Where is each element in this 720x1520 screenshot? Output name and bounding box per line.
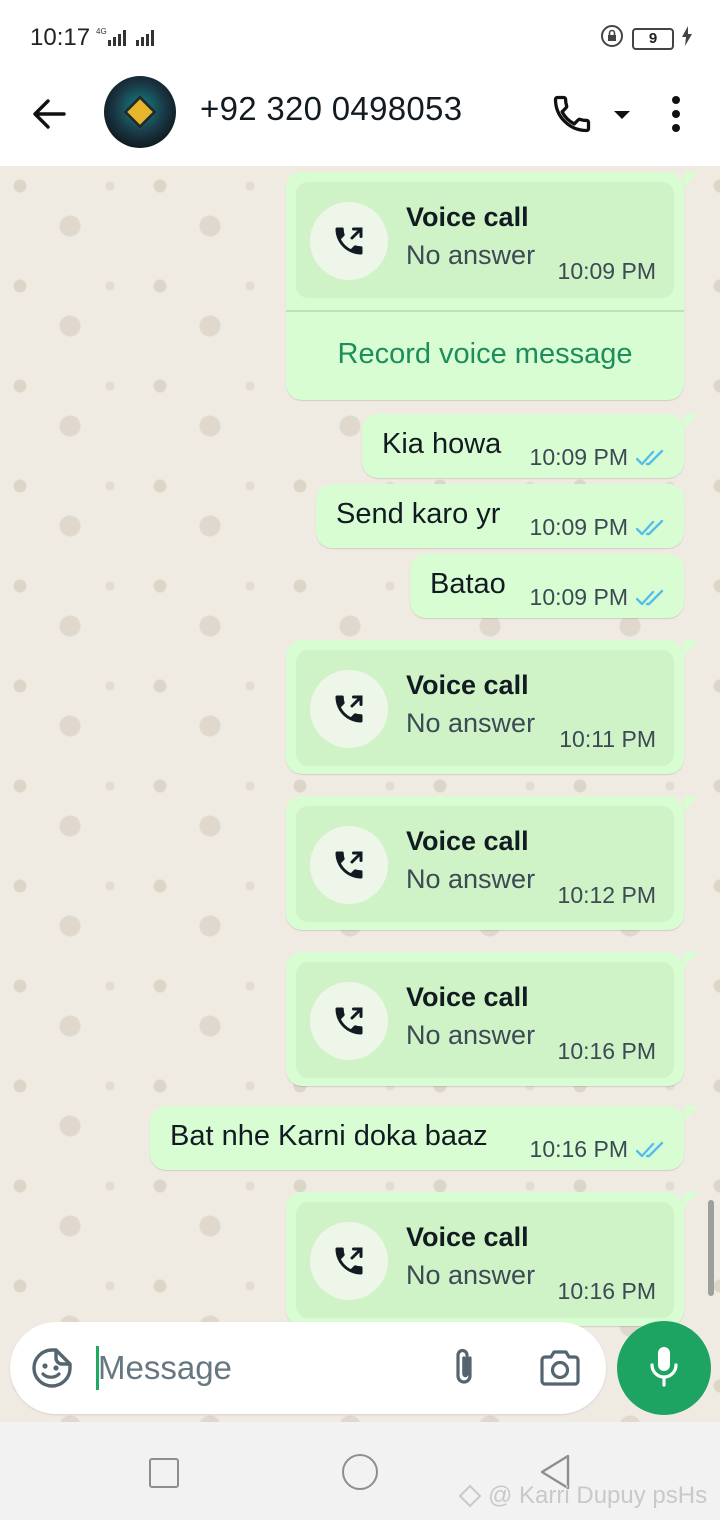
- text-message[interactable]: Batao 10:09 PM: [410, 554, 684, 618]
- outgoing-call-icon: [335, 1007, 363, 1035]
- composer: [10, 1322, 606, 1414]
- outgoing-call-icon: [335, 227, 363, 255]
- message-meta: 10:09 PM: [530, 584, 666, 611]
- double-check-read-icon: [636, 519, 666, 537]
- message-text: Batao: [430, 568, 506, 600]
- message-time: 10:09 PM: [557, 258, 656, 284]
- call-message[interactable]: Voice call No answer 10:11 PM: [286, 640, 698, 774]
- message-time: 10:12 PM: [557, 882, 656, 908]
- message-meta: 10:09 PM: [530, 444, 666, 471]
- avatar[interactable]: [104, 76, 176, 148]
- message-input[interactable]: [98, 1344, 418, 1392]
- voice-record-button[interactable]: [617, 1321, 711, 1415]
- call-icon-circle: [310, 670, 388, 748]
- outgoing-call-icon: [335, 695, 363, 723]
- message-time: 10:09 PM: [529, 584, 628, 610]
- back-arrow-icon: [33, 99, 66, 129]
- more-vertical-icon: [672, 96, 680, 132]
- watermark: @ Karri Dupuy psHs: [458, 1482, 707, 1510]
- sticker-button[interactable]: [30, 1346, 74, 1390]
- call-message[interactable]: Voice call No answer 10:09 PM Record voi…: [286, 172, 698, 400]
- call-status: No answer: [406, 1260, 536, 1290]
- call-message[interactable]: Voice call No answer 10:16 PM: [286, 1192, 698, 1326]
- home-button[interactable]: [342, 1454, 378, 1490]
- call-icon-circle: [310, 982, 388, 1060]
- camera-button[interactable]: [538, 1348, 582, 1388]
- microphone-icon: [650, 1347, 678, 1387]
- camera-icon: [540, 1350, 580, 1386]
- paperclip-icon: [456, 1348, 472, 1384]
- system-nav-bar: @ Karri Dupuy psHs: [0, 1422, 720, 1520]
- call-title: Voice call: [406, 202, 529, 232]
- message-meta: 10:16 PM: [530, 1136, 666, 1163]
- battery-icon: 9: [632, 27, 674, 50]
- message-time: 10:09 PM: [529, 514, 628, 540]
- more-options-button[interactable]: [664, 94, 688, 134]
- charging-icon: [682, 26, 692, 51]
- call-message[interactable]: Voice call No answer 10:16 PM: [286, 952, 698, 1086]
- call-message[interactable]: Voice call No answer 10:12 PM: [286, 796, 698, 930]
- scrollbar[interactable]: [708, 1200, 714, 1296]
- double-check-read-icon: [636, 589, 666, 607]
- status-time: 10:17: [30, 24, 91, 51]
- caret-down-icon: [614, 111, 630, 119]
- watermark-text: @ Karri Dupuy psHs: [488, 1482, 708, 1509]
- call-card[interactable]: Voice call No answer 10:09 PM: [296, 182, 674, 298]
- call-icon-circle: [310, 202, 388, 280]
- outgoing-call-icon: [335, 851, 363, 879]
- outgoing-call-icon: [335, 1247, 363, 1275]
- call-icon-circle: [310, 1222, 388, 1300]
- call-title: Voice call: [406, 826, 529, 856]
- divider: [286, 310, 684, 312]
- contact-name[interactable]: +92 320 0498053: [200, 90, 462, 128]
- call-card[interactable]: Voice call No answer 10:11 PM: [296, 650, 674, 766]
- back-button[interactable]: [28, 92, 72, 136]
- message-text: Kia howa: [382, 428, 502, 460]
- call-card[interactable]: Voice call No answer 10:16 PM: [296, 1202, 674, 1318]
- call-card[interactable]: Voice call No answer 10:12 PM: [296, 806, 674, 922]
- call-options-dropdown[interactable]: [612, 108, 632, 122]
- avatar-logo-icon: [123, 95, 157, 129]
- message-meta: 10:09 PM: [530, 514, 666, 541]
- attach-button[interactable]: [446, 1346, 482, 1390]
- watermark-logo-icon: [458, 1484, 482, 1508]
- text-message[interactable]: Send karo yr 10:09 PM: [316, 484, 684, 548]
- call-title: Voice call: [406, 1222, 529, 1252]
- message-time: 10:11 PM: [559, 726, 656, 752]
- phone-icon: [553, 95, 591, 133]
- message-text: Send karo yr: [336, 498, 501, 530]
- record-voice-message-button[interactable]: Record voice message: [286, 338, 684, 371]
- status-bar: 10:17 4G 9: [0, 0, 720, 72]
- double-check-read-icon: [636, 449, 666, 467]
- sticker-emoji-icon: [32, 1348, 72, 1388]
- call-card[interactable]: Voice call No answer 10:16 PM: [296, 962, 674, 1078]
- message-text: Bat nhe Karni doka baaz: [170, 1120, 488, 1152]
- signal-icon: 4G: [94, 26, 160, 53]
- voice-call-button[interactable]: [550, 92, 594, 136]
- message-time: 10:09 PM: [529, 444, 628, 470]
- call-status: No answer: [406, 708, 536, 738]
- double-check-read-icon: [636, 1141, 666, 1159]
- network-type: 4G: [96, 27, 107, 36]
- recent-apps-button[interactable]: [149, 1458, 179, 1488]
- call-title: Voice call: [406, 670, 529, 700]
- lock-rotation-icon: [600, 24, 624, 53]
- text-message[interactable]: Bat nhe Karni doka baaz 10:16 PM: [150, 1106, 698, 1170]
- call-icon-circle: [310, 826, 388, 904]
- message-time: 10:16 PM: [557, 1278, 656, 1304]
- call-title: Voice call: [406, 982, 529, 1012]
- call-status: No answer: [406, 1020, 536, 1050]
- message-time: 10:16 PM: [557, 1038, 656, 1064]
- text-message[interactable]: Kia howa 10:09 PM: [362, 414, 698, 478]
- chat-header: +92 320 0498053: [0, 72, 720, 166]
- call-status: No answer: [406, 864, 536, 894]
- chat-area[interactable]: Voice call No answer 10:09 PM Record voi…: [0, 166, 720, 1422]
- call-status: No answer: [406, 240, 536, 270]
- message-time: 10:16 PM: [529, 1136, 628, 1162]
